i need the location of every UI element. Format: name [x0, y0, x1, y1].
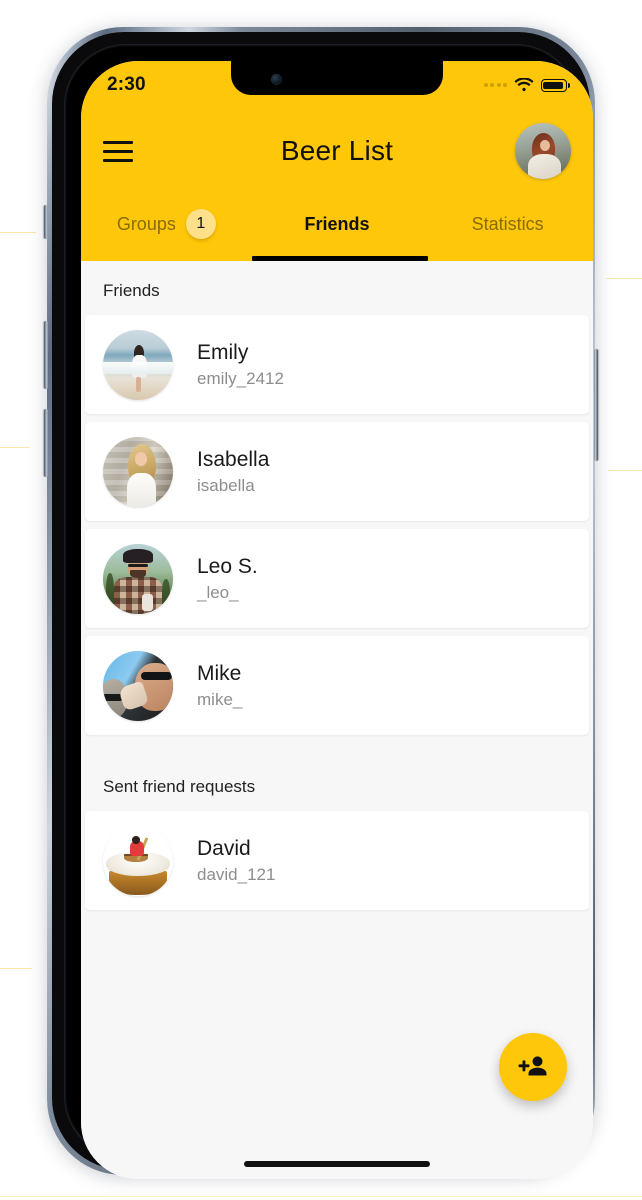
list-item[interactable]: Isabella isabella — [85, 422, 589, 521]
friend-name: Leo S. — [197, 554, 258, 578]
background-guide-line — [0, 447, 30, 448]
section-header-sent-requests: Sent friend requests — [81, 743, 593, 811]
list-item-meta: Leo S. _leo_ — [197, 554, 258, 603]
volume-down-button[interactable] — [44, 409, 48, 477]
status-bar-clock: 2:30 — [107, 74, 146, 95]
avatar — [103, 543, 173, 614]
avatar — [103, 436, 173, 507]
background-guide-line — [0, 232, 36, 233]
friend-handle: mike_ — [197, 690, 243, 710]
friend-handle: isabella — [197, 476, 255, 496]
friend-handle: emily_2412 — [197, 369, 284, 389]
friend-handle: _leo_ — [197, 583, 239, 603]
avatar — [103, 329, 173, 400]
phone-inner-shell: 2:30 Beer List Groups 1 Friends Statisti… — [52, 32, 593, 1179]
list-item-meta: Isabella isabella — [197, 447, 269, 496]
friend-handle: david_121 — [197, 865, 276, 885]
list-item-meta: David david_121 — [197, 836, 275, 885]
friend-name: Emily — [197, 340, 249, 364]
user-profile-avatar[interactable] — [515, 123, 571, 179]
friends-list-body: Friends Emily emily_2412 Isabella isabel… — [81, 261, 593, 1179]
screenshot-stage: 2:30 Beer List Groups 1 Friends Statisti… — [0, 0, 642, 1200]
tab-friends[interactable]: Friends — [251, 197, 428, 261]
list-item-meta: Mike mike_ — [197, 661, 242, 710]
section-header-friends: Friends — [81, 261, 593, 315]
list-item-meta: Emily emily_2412 — [197, 340, 284, 389]
power-button[interactable] — [594, 349, 598, 461]
navigation-row: Beer List — [81, 105, 593, 197]
home-indicator-bar[interactable] — [244, 1161, 430, 1167]
tab-friends-label: Friends — [304, 213, 370, 234]
tab-groups-badge: 1 — [185, 209, 216, 239]
friend-name: Mike — [197, 661, 242, 685]
tab-statistics[interactable]: Statistics — [422, 197, 593, 261]
battery-full-icon — [541, 78, 570, 92]
avatar — [103, 826, 173, 896]
wifi-icon — [514, 77, 534, 91]
background-guide-line — [608, 470, 642, 471]
phone-device-frame: 2:30 Beer List Groups 1 Friends Statisti… — [44, 27, 598, 1179]
background-guide-line — [606, 278, 642, 279]
app-header: 2:30 Beer List Groups 1 Friends Statisti… — [81, 61, 593, 261]
background-guide-line — [0, 968, 32, 969]
tab-statistics-label: Statistics — [471, 213, 544, 234]
add-friend-button[interactable] — [499, 1033, 567, 1101]
profile-avatar-image — [515, 123, 571, 179]
list-item[interactable]: Emily emily_2412 — [85, 315, 589, 414]
friend-name: David — [197, 836, 251, 860]
list-item[interactable]: David david_121 — [85, 811, 589, 910]
list-item[interactable]: Leo S. _leo_ — [85, 529, 589, 628]
phone-bezel: 2:30 Beer List Groups 1 Friends Statisti… — [64, 44, 593, 1179]
list-item[interactable]: Mike mike_ — [85, 636, 589, 735]
status-bar-indicators — [483, 77, 570, 93]
volume-up-button[interactable] — [44, 321, 48, 389]
person-add-icon — [518, 1056, 547, 1076]
mute-switch-button[interactable] — [44, 205, 48, 239]
tab-bar: Groups 1 Friends Statistics — [81, 197, 593, 261]
tab-groups-label: Groups — [116, 213, 176, 234]
cellular-signal-dots-icon — [483, 83, 507, 87]
avatar — [103, 650, 173, 721]
tab-groups[interactable]: Groups 1 — [81, 197, 252, 261]
status-bar: 2:30 — [81, 61, 593, 105]
background-guide-line — [0, 1196, 642, 1197]
phone-screen: 2:30 Beer List Groups 1 Friends Statisti… — [81, 61, 593, 1179]
friend-name: Isabella — [197, 447, 270, 471]
